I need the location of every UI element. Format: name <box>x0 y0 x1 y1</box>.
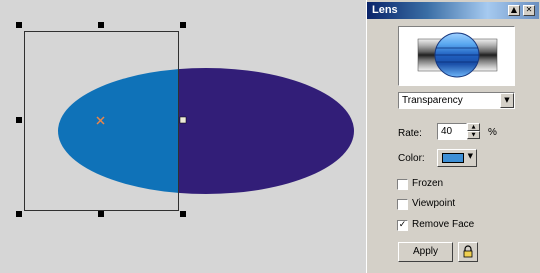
rate-spinner[interactable]: ▲ ▼ <box>467 123 480 140</box>
selection-handle[interactable] <box>16 211 22 217</box>
apply-button[interactable]: Apply <box>398 242 453 262</box>
color-swatch <box>442 153 464 163</box>
minimize-icon[interactable]: ▲ <box>508 5 520 16</box>
lens-preview <box>398 26 515 86</box>
lens-type-value: Transparency <box>402 95 463 106</box>
spin-up-icon[interactable]: ▲ <box>467 123 480 131</box>
spin-down-icon[interactable]: ▼ <box>467 131 480 139</box>
rate-value: 40 <box>441 126 453 137</box>
lens-type-select[interactable]: Transparency ▼ <box>398 92 515 109</box>
selection-handle[interactable] <box>98 211 104 217</box>
rate-unit: % <box>488 127 497 138</box>
apply-label: Apply <box>412 246 438 257</box>
color-picker-button[interactable]: ▼ <box>437 149 477 167</box>
lock-icon[interactable] <box>458 242 478 262</box>
color-label: Color: <box>398 153 425 164</box>
canvas-drawing[interactable] <box>0 0 366 273</box>
selection-handle[interactable] <box>16 117 22 123</box>
rate-label: Rate: <box>398 128 422 139</box>
chevron-down-icon[interactable]: ▼ <box>500 93 514 108</box>
lens-preview-graphic <box>417 32 498 78</box>
docker-titlebar[interactable]: Lens ▲ ✕ <box>367 2 539 19</box>
selection-handle[interactable] <box>98 22 104 28</box>
viewpoint-label: Viewpoint <box>412 198 456 209</box>
frozen-label: Frozen <box>412 178 444 189</box>
close-icon[interactable]: ✕ <box>523 5 535 16</box>
viewpoint-checkbox[interactable] <box>397 199 408 210</box>
drawing-canvas[interactable] <box>0 0 366 273</box>
lens-docker: Lens ▲ ✕ Transparency ▼ Rate: 40 ▲ ▼ % C… <box>366 0 540 273</box>
remove-face-checkbox[interactable]: ✓ <box>397 220 408 231</box>
docker-title: Lens <box>372 4 398 16</box>
rate-input[interactable]: 40 <box>437 123 467 140</box>
remove-face-label: Remove Face <box>412 219 475 230</box>
frozen-checkbox[interactable] <box>397 179 408 190</box>
selection-handle[interactable] <box>179 116 187 124</box>
selection-handle[interactable] <box>16 22 22 28</box>
selection-handle[interactable] <box>180 22 186 28</box>
selection-handle[interactable] <box>180 211 186 217</box>
chevron-down-icon: ▼ <box>467 152 473 160</box>
